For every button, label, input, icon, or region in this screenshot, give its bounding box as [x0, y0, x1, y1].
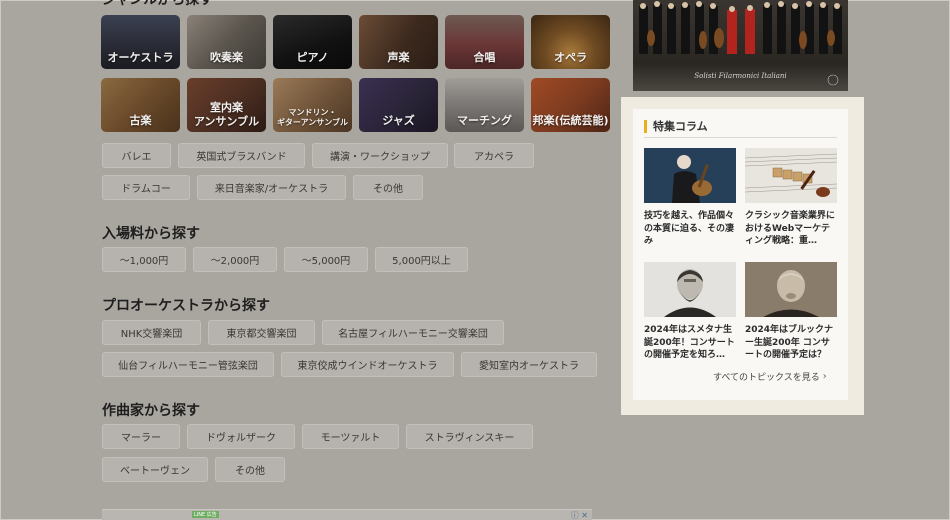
- feature-card-thumb: [644, 148, 736, 203]
- chevron-right-icon: ›: [822, 371, 827, 382]
- chip-dvorak[interactable]: ドヴォルザーク: [187, 424, 295, 449]
- genre-tile-vocal[interactable]: 声楽: [359, 15, 438, 69]
- chip-price-5000-plus[interactable]: 5,000円以上: [375, 247, 468, 272]
- genre-tile-choir[interactable]: 合唱: [445, 15, 524, 69]
- chip-aichi-chamber[interactable]: 愛知室内オーケストラ: [461, 352, 597, 377]
- guitarist-photo: [644, 148, 736, 203]
- chip-beethoven[interactable]: ベートーヴェン: [102, 457, 208, 482]
- orchestra-section-heading: プロオーケストラから探す: [102, 298, 270, 314]
- genre-tile-label: マンドリン・ ギターアンサンブル: [276, 108, 349, 127]
- ad-close-icon[interactable]: ⓘ ✕: [571, 510, 588, 520]
- all-topics-label: すべてのトピックスを見る: [713, 373, 820, 383]
- genre-section-heading: ジャンルから探す: [102, 0, 214, 8]
- genre-tile-chamber[interactable]: 室内楽 アンサンブル: [187, 78, 266, 132]
- genre-tile-early-music[interactable]: 古楽: [101, 78, 180, 132]
- genre-tile-jazz[interactable]: ジャズ: [359, 78, 438, 132]
- music-blocks-photo: [745, 148, 837, 203]
- feature-card-2[interactable]: クラシック音楽業界におけるWebマーケティング戦略：重…: [745, 148, 837, 248]
- genre-tile-label: 邦楽(伝統芸能): [532, 114, 609, 127]
- chip-nagoya-po[interactable]: 名古屋フィルハーモニー交響楽団: [322, 320, 504, 345]
- genre-tile-label: 声楽: [387, 51, 410, 64]
- price-section-heading: 入場料から探す: [102, 226, 200, 242]
- chip-lecture-workshop[interactable]: 講演・ワークショップ: [312, 143, 448, 168]
- genre-tile-label: 室内楽 アンサンブル: [193, 101, 260, 128]
- genre-grid: オーケストラ 吹奏楽 ピアノ 声楽 合唱 オペラ 古楽 室内楽 アンサンブル マ…: [101, 15, 611, 133]
- chip-brass-band[interactable]: 英国式ブラスバンド: [178, 143, 305, 168]
- genre-tile-label: 合唱: [473, 51, 496, 64]
- smetana-portrait: [644, 262, 736, 317]
- chip-price-5000[interactable]: 〜5,000円: [284, 247, 368, 272]
- genre-tile-label: オペラ: [554, 51, 587, 64]
- chip-acappella[interactable]: アカペラ: [454, 143, 534, 168]
- genre-tile-orchestra[interactable]: オーケストラ: [101, 15, 180, 69]
- feature-card-title: クラシック音楽業界におけるWebマーケティング戦略：重…: [745, 211, 835, 246]
- feature-column-title: 特集コラム: [653, 120, 708, 133]
- chip-genre-other[interactable]: その他: [353, 175, 423, 200]
- chip-composer-other[interactable]: その他: [215, 457, 285, 482]
- genre-tile-wind[interactable]: 吹奏楽: [187, 15, 266, 69]
- feature-card-1[interactable]: 技巧を越え、作品個々の本質に迫る、その凄み: [644, 148, 736, 248]
- ad-banner[interactable]: LINE 広告 ⓘ ✕: [102, 509, 592, 520]
- chip-mozart[interactable]: モーツァルト: [302, 424, 399, 449]
- genre-tile-label: オーケストラ: [107, 51, 174, 64]
- bruckner-portrait: [745, 262, 837, 317]
- chip-sendai-po[interactable]: 仙台フィルハーモニー管弦楽団: [102, 352, 274, 377]
- chip-drum-corps[interactable]: ドラムコー: [102, 175, 190, 200]
- feature-card-title: 技巧を越え、作品個々の本質に迫る、その凄み: [644, 211, 735, 246]
- feature-accent-bar: [644, 119, 647, 133]
- genre-tile-opera[interactable]: オペラ: [531, 15, 610, 69]
- feature-card-title: 2024年はブルックナー生誕200年 コンサートの開催予定は？: [745, 325, 834, 360]
- chip-mahler[interactable]: マーラー: [102, 424, 180, 449]
- genre-tile-marching[interactable]: マーチング: [445, 78, 524, 132]
- feature-column-header: 特集コラム: [644, 118, 708, 134]
- genre-tile-hogaku[interactable]: 邦楽(伝統芸能): [531, 78, 610, 132]
- feature-card-thumb: [745, 262, 837, 317]
- genre-tile-label: ピアノ: [296, 51, 329, 64]
- genre-tile-label: ジャズ: [382, 114, 415, 127]
- chip-visiting-artists[interactable]: 来日音楽家/オーケストラ: [197, 175, 346, 200]
- chip-ballet[interactable]: バレエ: [102, 143, 171, 168]
- genre-tile-mandolin[interactable]: マンドリン・ ギターアンサンブル: [273, 78, 352, 132]
- hero-caption: Solisti Filarmonici Italiani: [694, 72, 787, 80]
- chip-nhk-so[interactable]: NHK交響楽団: [102, 320, 201, 345]
- chip-stravinsky[interactable]: ストラヴィンスキー: [406, 424, 533, 449]
- feature-card-3[interactable]: 2024年はスメタナ生誕200年！コンサートの開催予定を知ろ…: [644, 262, 736, 362]
- chip-tokyo-metropolitan-so[interactable]: 東京都交響楽団: [208, 320, 315, 345]
- genre-tile-label: 吹奏楽: [210, 51, 243, 64]
- feature-card-title: 2024年はスメタナ生誕200年！コンサートの開催予定を知ろ…: [644, 325, 735, 360]
- composer-section-heading: 作曲家から探す: [102, 403, 200, 419]
- genre-tile-piano[interactable]: ピアノ: [273, 15, 352, 69]
- all-topics-link[interactable]: すべてのトピックスを見る ›: [713, 370, 827, 383]
- chip-price-2000[interactable]: 〜2,000円: [193, 247, 277, 272]
- chip-tokyo-kosei-wind[interactable]: 東京佼成ウインドオーケストラ: [281, 352, 454, 377]
- genre-tile-label: 古楽: [129, 114, 152, 127]
- feature-card-thumb: [644, 262, 736, 317]
- sidebar-hero-banner[interactable]: Solisti Filarmonici Italiani: [633, 0, 848, 91]
- genre-tile-label: マーチング: [457, 114, 512, 127]
- feature-card-4[interactable]: 2024年はブルックナー生誕200年 コンサートの開催予定は？: [745, 262, 837, 362]
- feature-card-thumb: [745, 148, 837, 203]
- feature-divider: [644, 137, 837, 138]
- ad-badge: LINE 広告: [192, 511, 219, 518]
- chip-price-1000[interactable]: 〜1,000円: [102, 247, 186, 272]
